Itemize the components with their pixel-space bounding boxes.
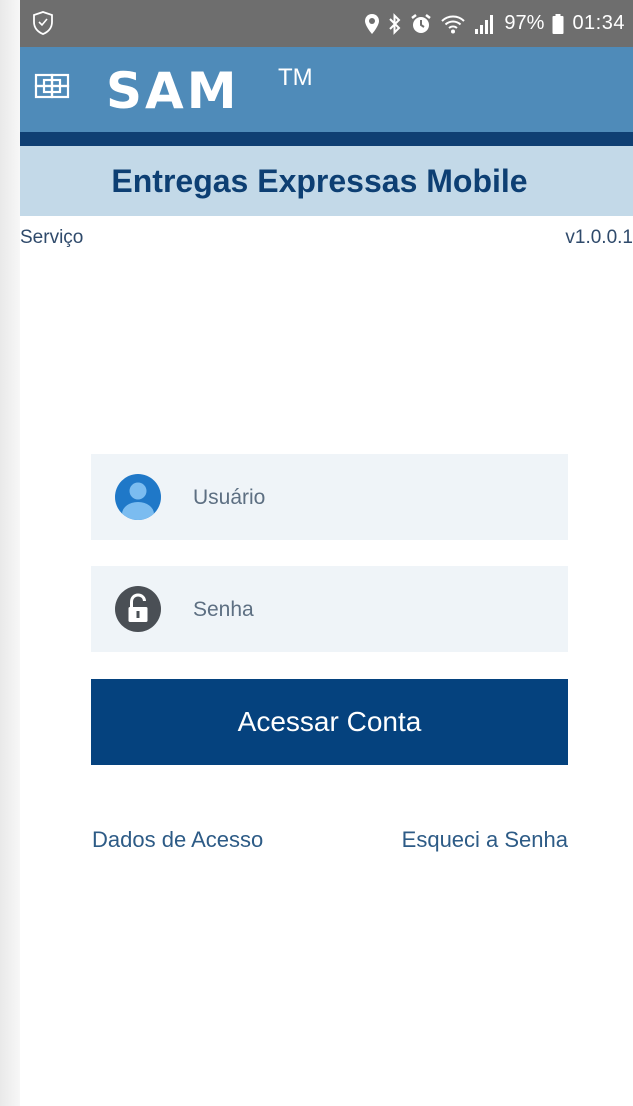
password-field[interactable] — [91, 566, 568, 654]
trademark-symbol: TM — [278, 64, 313, 91]
bluetooth-icon — [389, 12, 401, 35]
alarm-icon — [411, 13, 432, 33]
header-divider — [20, 132, 633, 146]
grid-logo-icon — [34, 73, 70, 99]
location-icon — [365, 13, 380, 34]
access-data-link[interactable]: Dados de Acesso — [92, 827, 263, 853]
screen-edge-shadow — [0, 0, 20, 1106]
status-icons: 97% 01:34 — [364, 0, 625, 47]
title-band: Entregas Expressas Mobile — [20, 146, 633, 216]
app-header: SAM TM — [20, 47, 633, 132]
username-input[interactable] — [191, 454, 555, 542]
shield-icon — [33, 11, 53, 35]
forgot-password-link[interactable]: Esqueci a Senha — [402, 827, 568, 853]
page-title: Entregas Expressas Mobile — [111, 162, 528, 199]
app-screen: 97% 01:34 SAM TM Entregas Expressas Mobi… — [20, 0, 633, 1106]
logo-text: SAM — [106, 62, 240, 120]
password-input[interactable] — [191, 566, 555, 654]
login-button[interactable]: Acessar Conta — [91, 679, 568, 765]
battery-icon — [552, 13, 564, 34]
service-label: Serviço — [20, 227, 84, 248]
username-field[interactable] — [91, 454, 568, 542]
user-icon — [115, 474, 161, 520]
signal-icon — [475, 14, 494, 34]
clock: 01:34 — [572, 12, 625, 34]
wifi-icon — [441, 15, 466, 33]
battery-percent: 97% — [504, 12, 545, 34]
lock-icon — [115, 586, 161, 632]
version-label: v1.0.0.1 — [565, 227, 633, 248]
status-bar: 97% 01:34 — [20, 0, 633, 47]
